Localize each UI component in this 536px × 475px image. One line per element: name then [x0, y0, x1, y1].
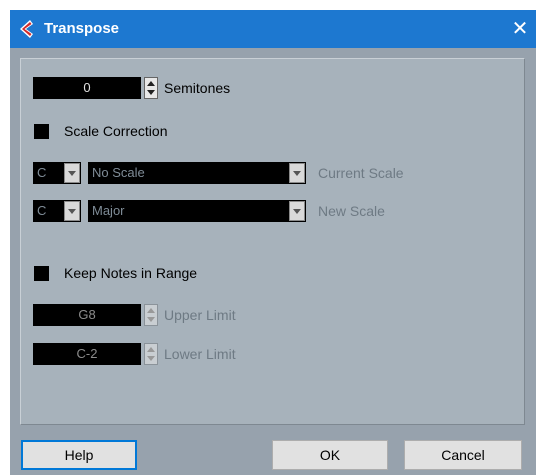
cancel-button[interactable]: Cancel	[404, 440, 522, 470]
upper-limit-label: Upper Limit	[164, 307, 236, 323]
lower-limit-spinner[interactable]	[144, 343, 158, 365]
current-scale-value: No Scale	[92, 165, 145, 180]
new-scale-value: Major	[92, 203, 125, 218]
help-button[interactable]: Help	[21, 440, 137, 470]
new-key-value: C	[37, 203, 47, 218]
close-button[interactable]: ✕	[504, 10, 536, 48]
upper-limit-field[interactable]: G8	[33, 304, 141, 326]
current-scale-select[interactable]: No Scale	[88, 162, 306, 184]
new-scale-dropdown[interactable]	[289, 201, 305, 221]
ok-button[interactable]: OK	[272, 440, 388, 470]
title-bar: Transpose ✕	[10, 10, 536, 48]
scale-correction-checkbox[interactable]	[34, 124, 49, 139]
new-scale-select[interactable]: Major	[88, 200, 306, 222]
lower-limit-field[interactable]: C-2	[33, 343, 141, 365]
current-scale-label: Current Scale	[318, 165, 404, 181]
semitones-field[interactable]: 0	[33, 77, 141, 99]
keep-notes-in-range-label: Keep Notes in Range	[64, 265, 198, 281]
scale-correction-label: Scale Correction	[64, 123, 168, 139]
new-key-dropdown[interactable]	[64, 201, 80, 221]
semitones-label: Semitones	[164, 80, 231, 96]
current-scale-dropdown[interactable]	[289, 163, 305, 183]
options-panel	[20, 58, 525, 425]
new-scale-label: New Scale	[318, 203, 385, 219]
window-title: Transpose	[44, 20, 120, 37]
lower-limit-label: Lower Limit	[164, 346, 236, 362]
semitones-spinner[interactable]	[144, 77, 158, 99]
current-key-dropdown[interactable]	[64, 163, 80, 183]
current-key-value: C	[37, 165, 47, 180]
keep-notes-in-range-checkbox[interactable]	[34, 266, 49, 281]
cubase-logo-icon	[20, 20, 33, 38]
upper-limit-spinner[interactable]	[144, 304, 158, 326]
